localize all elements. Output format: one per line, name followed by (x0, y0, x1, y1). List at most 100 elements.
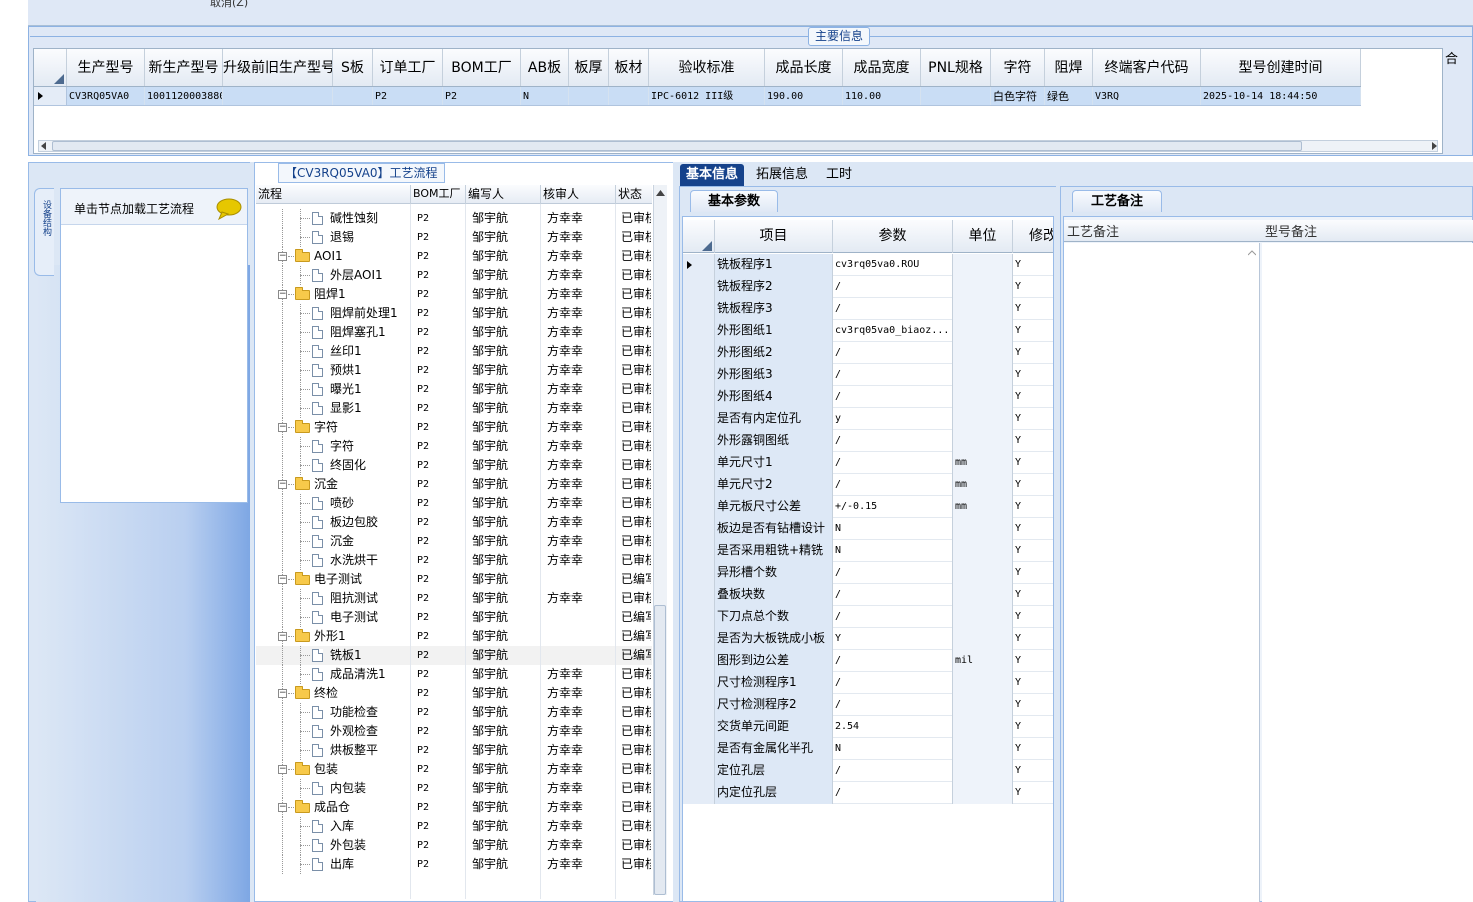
param-unit-cell[interactable] (953, 276, 1013, 298)
param-unit-cell[interactable] (953, 628, 1013, 650)
tree-row[interactable]: − 字符 P2 邹宇航 方幸幸 已审核 (256, 418, 652, 437)
tree-row[interactable]: 字符 P2 邹宇航 方幸幸 已审核 (256, 437, 652, 456)
param-modify-cell[interactable]: Y (1013, 738, 1053, 760)
collapse-icon[interactable]: − (278, 290, 287, 299)
tree-row[interactable]: 水洗烘干 P2 邹宇航 方幸幸 已审核 (256, 551, 652, 570)
tree-row[interactable]: 出库 P2 邹宇航 方幸幸 已审核 (256, 855, 652, 874)
param-modify-cell[interactable]: Y (1013, 496, 1053, 518)
param-modify-cell[interactable]: Y (1013, 386, 1053, 408)
main-col-header[interactable]: 终端客户代码 (1093, 49, 1201, 86)
tree-row[interactable]: 沉金 P2 邹宇航 方幸幸 已审核 (256, 532, 652, 551)
tree-row[interactable]: 板边包胶 P2 邹宇航 方幸幸 已审核 (256, 513, 652, 532)
tree-row[interactable]: 电子测试 P2 邹宇航 已编写 (256, 608, 652, 627)
main-cell[interactable] (333, 87, 373, 105)
main-col-header[interactable]: BOM工厂 (443, 49, 521, 86)
param-value-cell[interactable]: N (833, 738, 953, 760)
param-unit-cell[interactable] (953, 760, 1013, 782)
param-unit-cell[interactable] (953, 738, 1013, 760)
param-value-cell[interactable]: cv3rq05va0.ROU (833, 254, 953, 276)
flow-scrollbar-thumb[interactable] (654, 605, 666, 895)
tree-row[interactable]: − 电子测试 P2 邹宇航 已编写 (256, 570, 652, 589)
tree-row[interactable]: 外层AOI1 P2 邹宇航 方幸幸 已审核 (256, 266, 652, 285)
notes-scroll-up-icon[interactable] (1248, 250, 1256, 256)
table-row[interactable]: 外形图纸2/ Y (683, 342, 1053, 364)
param-modify-cell[interactable]: Y (1013, 694, 1053, 716)
collapse-icon[interactable]: − (278, 480, 287, 489)
main-cell[interactable] (223, 87, 333, 105)
param-modify-cell[interactable]: Y (1013, 540, 1053, 562)
main-col-header[interactable]: 板厚 (569, 49, 609, 86)
main-cell[interactable]: 2025-10-14 18:44:50 (1201, 87, 1361, 105)
table-row[interactable]: 图形到边公差 / mil Y (683, 650, 1053, 672)
table-row[interactable]: CV3RQ05VA0 10011200038808 P2 P2 N IPC-6012 II… (34, 87, 1361, 106)
param-value-cell[interactable]: Y (833, 628, 953, 650)
param-value-cell[interactable]: +/-0.15 (833, 496, 953, 518)
param-value-cell[interactable]: / (833, 452, 953, 474)
tab-basic-info[interactable]: 基本信息 (680, 164, 745, 186)
tab-work-hours[interactable]: 工时 (820, 164, 858, 186)
param-unit-cell[interactable] (953, 320, 1013, 342)
param-unit-cell[interactable]: mil (953, 650, 1013, 672)
param-value-cell[interactable]: / (833, 386, 953, 408)
basic-col-param[interactable]: 参数 (833, 220, 953, 253)
param-value-cell[interactable]: 2.54 (833, 716, 953, 738)
table-row[interactable]: 叠板块数 / Y (683, 584, 1053, 606)
table-row[interactable]: 单元尺寸1/mm Y (683, 452, 1053, 474)
table-row[interactable]: 尺寸检测程序1/ Y (683, 672, 1053, 694)
main-cell[interactable]: 绿色 (1045, 87, 1093, 105)
table-row[interactable]: 单元尺寸2/mm Y (683, 474, 1053, 496)
scroll-right-icon[interactable] (1430, 142, 1438, 150)
param-modify-cell[interactable]: Y (1013, 254, 1053, 276)
tree-row[interactable]: 曝光1 P2 邹宇航 方幸幸 已审核 (256, 380, 652, 399)
param-unit-cell[interactable] (953, 672, 1013, 694)
tree-row[interactable]: − 沉金 P2 邹宇航 方幸幸 已审核 (256, 475, 652, 494)
tree-row[interactable]: 阻抗测试 P2 邹宇航 方幸幸 已审核 (256, 589, 652, 608)
basic-params-tab[interactable]: 基本参数 (690, 190, 778, 212)
table-row[interactable]: 铣板程序2/ Y (683, 276, 1053, 298)
flow-col-process[interactable]: 流程 (256, 185, 411, 204)
scroll-up-icon[interactable] (656, 190, 665, 197)
table-row[interactable]: 单元板尺寸公差 +/-0.15 mm Y (683, 496, 1053, 518)
collapse-icon[interactable]: − (278, 423, 287, 432)
param-value-cell[interactable]: / (833, 430, 953, 452)
param-unit-cell[interactable] (953, 584, 1013, 606)
param-unit-cell[interactable] (953, 386, 1013, 408)
main-col-header[interactable]: PNL规格 (921, 49, 991, 86)
param-unit-cell[interactable] (953, 342, 1013, 364)
param-modify-cell[interactable]: Y (1013, 606, 1053, 628)
tree-row[interactable]: 外包装 P2 邹宇航 方幸幸 已审核 (256, 836, 652, 855)
table-row[interactable]: 是否采用粗铣+精铣 N Y (683, 540, 1053, 562)
tree-row[interactable]: − 成品仓 P2 邹宇航 方幸幸 已审核 (256, 798, 652, 817)
basic-col-item[interactable]: 项目 (715, 220, 833, 253)
param-modify-cell[interactable]: Y (1013, 628, 1053, 650)
param-unit-cell[interactable] (953, 716, 1013, 738)
param-value-cell[interactable]: / (833, 584, 953, 606)
param-value-cell[interactable]: / (833, 760, 953, 782)
collapse-icon[interactable]: − (278, 689, 287, 698)
param-modify-cell[interactable]: Y (1013, 298, 1053, 320)
right-tab-stub[interactable]: 合 (1445, 48, 1473, 70)
table-row[interactable]: 外形图纸1 cv3rq05va0_biaoz... Y (683, 320, 1053, 342)
main-col-header[interactable]: 型号创建时间 (1201, 49, 1361, 86)
collapse-icon[interactable]: − (278, 575, 287, 584)
main-cell[interactable]: P2 (373, 87, 443, 105)
main-cell[interactable] (609, 87, 649, 105)
table-row[interactable]: 铣板程序3/ Y (683, 298, 1053, 320)
param-value-cell[interactable]: N (833, 540, 953, 562)
param-value-cell[interactable]: y (833, 408, 953, 430)
flow-col-reviewer[interactable]: 核审人 (541, 185, 616, 204)
param-modify-cell[interactable]: Y (1013, 782, 1053, 804)
param-value-cell[interactable]: / (833, 606, 953, 628)
param-unit-cell[interactable] (953, 430, 1013, 452)
param-modify-cell[interactable]: Y (1013, 584, 1053, 606)
collapse-icon[interactable]: − (278, 252, 287, 261)
param-modify-cell[interactable]: Y (1013, 562, 1053, 584)
main-col-header[interactable]: 成品长度 (765, 49, 843, 86)
basic-col-unit[interactable]: 单位 (953, 220, 1013, 253)
main-cell[interactable]: P2 (443, 87, 521, 105)
table-row[interactable]: 定位孔层 / Y (683, 760, 1053, 782)
table-row[interactable]: 尺寸检测程序2/ Y (683, 694, 1053, 716)
main-col-header[interactable]: 字符 (991, 49, 1045, 86)
param-modify-cell[interactable]: Y (1013, 452, 1053, 474)
collapse-icon[interactable]: − (278, 803, 287, 812)
